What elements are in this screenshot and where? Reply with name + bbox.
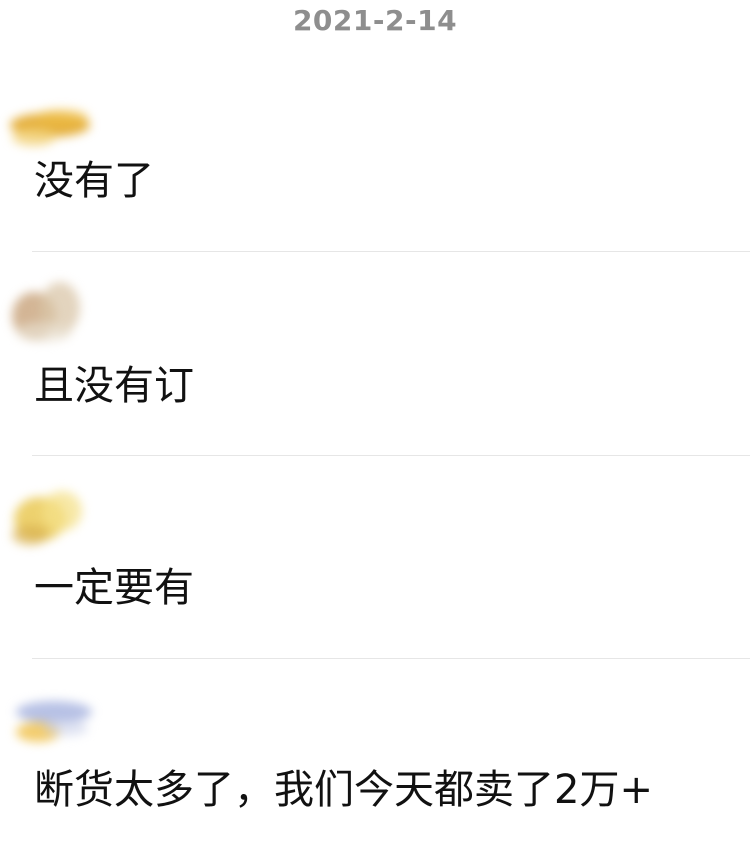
comment-text: 且没有订 <box>34 363 194 409</box>
blurred-avatar <box>4 485 96 555</box>
comment-text: 没有了 <box>34 158 154 204</box>
comment-thread: 2021-2-14 没有了 且没有订 一定要有 断货太多了，我们今天都卖了2万+ <box>0 0 750 850</box>
divider <box>32 455 750 456</box>
divider <box>32 658 750 659</box>
blurred-avatar <box>4 688 96 758</box>
comment-text: 一定要有 <box>34 565 194 611</box>
date-header: 2021-2-14 <box>292 4 458 37</box>
divider <box>32 251 750 252</box>
comment-text: 断货太多了，我们今天都卖了2万+ <box>34 767 653 813</box>
blurred-avatar <box>4 280 96 350</box>
